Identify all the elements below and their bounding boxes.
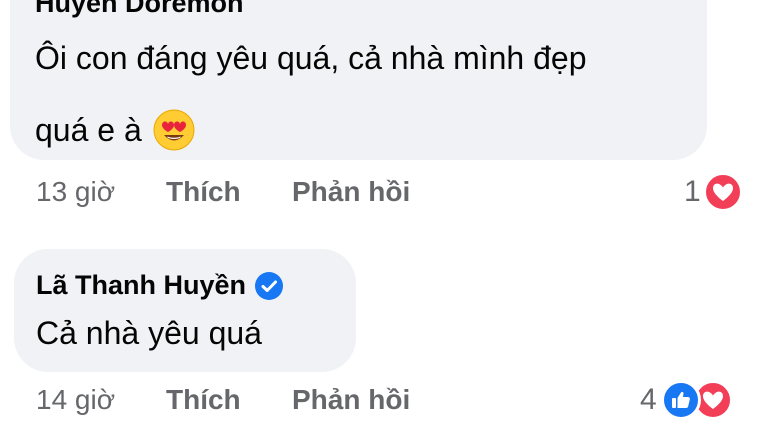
comment-author-row: Lã Thanh Huyền [36,270,284,301]
heart-eyes-emoji-icon [152,108,196,152]
love-reaction-icon [702,172,743,212]
comment-timestamp: 13 giờ [36,176,116,207]
comment-text-line2: quá e à [35,108,196,152]
reaction-summary[interactable]: 4 [640,380,733,420]
reaction-summary[interactable]: 1 [684,172,743,212]
comment-timestamp: 14 giờ [36,384,116,415]
reply-button[interactable]: Phản hồi [292,176,410,208]
reply-button[interactable]: Phản hồi [292,384,410,416]
comment-author[interactable]: Lã Thanh Huyền [36,270,246,301]
like-button[interactable]: Thích [166,384,241,416]
reaction-count: 1 [684,175,701,208]
comment-author[interactable]: Huyền Doremon [35,0,244,19]
like-reaction-icon [660,380,701,420]
reaction-count: 4 [640,383,657,416]
comment-text: Cả nhà yêu quá [36,315,262,351]
like-button[interactable]: Thích [166,176,241,208]
verified-badge-icon [254,271,284,301]
comment-bubble [14,249,356,372]
comment-text: Ôi con đáng yêu quá, cả nhà mình đẹp [35,40,587,76]
comments-thread: Huyền Doremon Ôi con đáng yêu quá, cả nh… [0,0,780,441]
comment-text: quá e à [35,111,142,148]
